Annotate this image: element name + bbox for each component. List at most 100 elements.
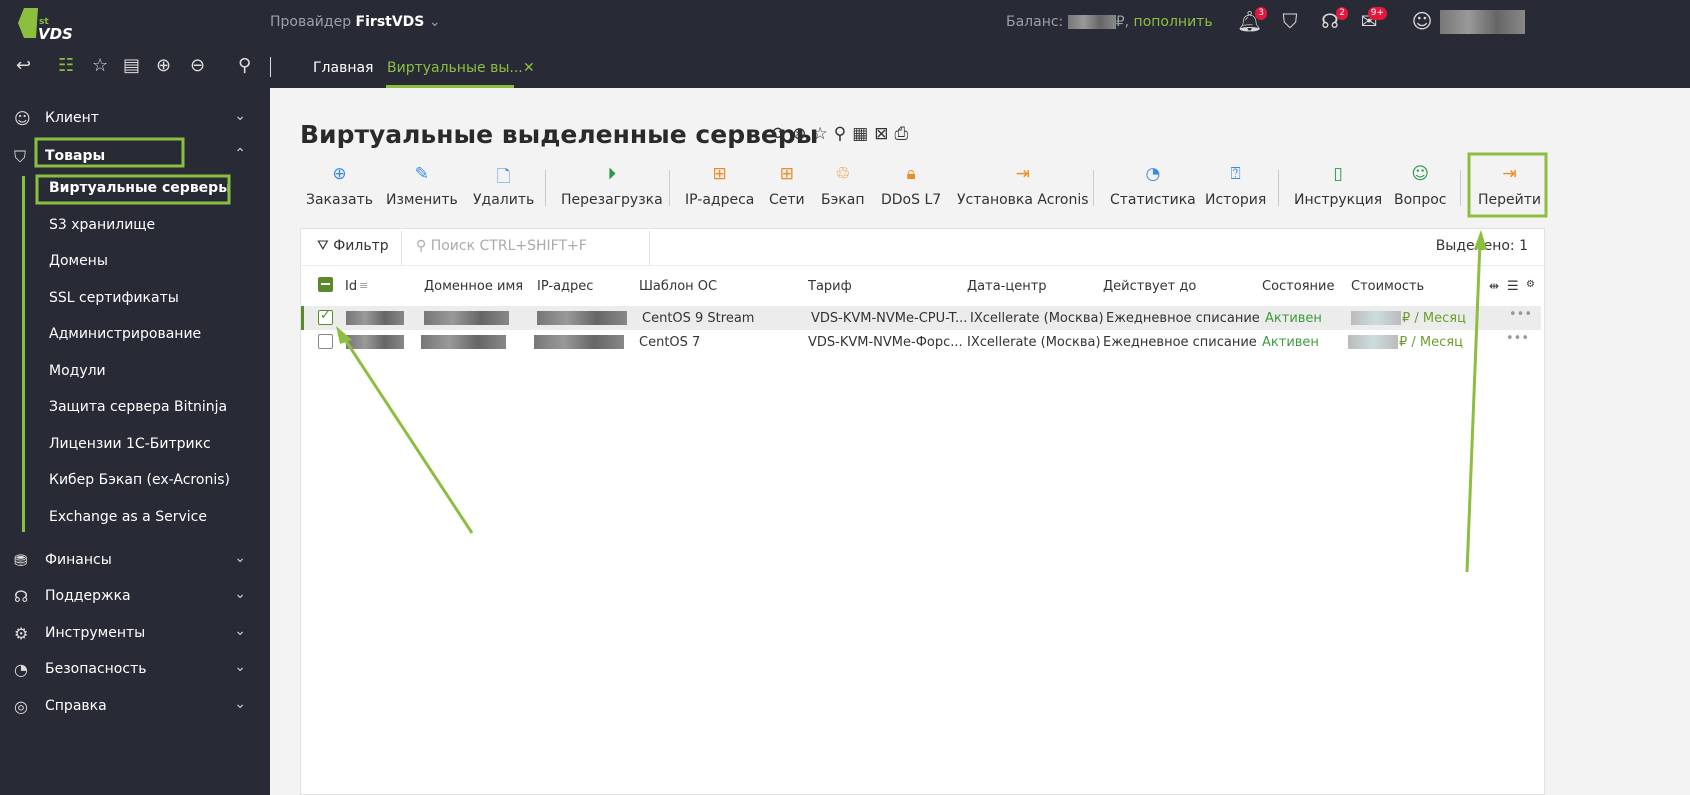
- action-button[interactable]: ⍰ История: [1205, 164, 1266, 208]
- sidebar-subitem[interactable]: Кибер Бэкап (ex-Acronis): [49, 472, 230, 488]
- sidebar-item-client[interactable]: ☺ Клиент ⌄: [0, 101, 270, 137]
- sidebar-item-tovary[interactable]: ⛉ Товары ⌃: [0, 139, 270, 175]
- user-icon[interactable]: ☺: [1410, 9, 1434, 33]
- minus-circle-icon[interactable]: ⊖: [190, 55, 205, 76]
- toolbar: ↩ ☷ ☆ ▤ ⊕ ⊖ ⚲ Главная Виртуальные вы... …: [0, 45, 1690, 88]
- mail-icon[interactable]: ✉ 9+: [1357, 7, 1387, 33]
- briefcase-icon[interactable]: ▤: [123, 55, 140, 76]
- action-button[interactable]: ☺ Вопрос: [1394, 164, 1446, 208]
- status-badge: Активен: [1265, 311, 1322, 326]
- sidebar-item-support[interactable]: ☊ Поддержка ⌄: [0, 579, 270, 615]
- domain-blurred: [421, 335, 506, 349]
- globe-icon[interactable]: ⊛: [792, 124, 812, 144]
- tovary-icon: ⛉: [14, 147, 27, 166]
- filter-button[interactable]: ⛛ Фильтр: [317, 238, 389, 254]
- excel-icon[interactable]: ⊠: [874, 124, 894, 144]
- sort-icon[interactable]: ≡: [359, 279, 368, 292]
- bell-icon[interactable]: 🔔︎ 3: [1237, 7, 1267, 33]
- close-tab-icon[interactable]: ✕: [523, 60, 535, 76]
- column-header[interactable]: Стоимость: [1351, 279, 1424, 294]
- action-icon: 🔒︎: [906, 164, 916, 184]
- sidebar-item-help[interactable]: ◎ Справка ⌄: [0, 689, 270, 725]
- basket-icon[interactable]: ⛉: [1278, 9, 1302, 33]
- table-row[interactable]: CentOS 7 VDS-KVM-NVMe-Форс... IXcellerat…: [301, 330, 1541, 354]
- star-icon[interactable]: ☆: [813, 124, 834, 144]
- sidebar-subitem[interactable]: Администрирование: [49, 326, 201, 342]
- price-blurred: [1351, 311, 1401, 325]
- action-button[interactable]: 🔒︎ DDoS L7: [881, 164, 941, 208]
- sidebar-item-finance[interactable]: ⛃ Финансы ⌄: [0, 543, 270, 579]
- column-header[interactable]: Id: [345, 279, 357, 294]
- columns-menu-icon[interactable]: ☰: [1507, 279, 1519, 294]
- row-checkbox[interactable]: [318, 334, 333, 349]
- sidebar-subitem[interactable]: Exchange as a Service: [49, 509, 207, 525]
- tree-icon[interactable]: ☷: [58, 55, 74, 76]
- username-blurred[interactable]: [1440, 10, 1525, 34]
- action-button[interactable]: ⊞ Сети: [769, 164, 805, 208]
- sidebar-subitem[interactable]: Защита сервера Bitninja: [49, 399, 227, 415]
- table-row[interactable]: ✓ CentOS 9 Stream VDS-KVM-NVMe-CPU-T... …: [301, 306, 1541, 330]
- action-icon: ⇥: [1015, 164, 1030, 184]
- tab-vds[interactable]: Виртуальные вы...: [387, 60, 523, 76]
- chevron-down-icon: ⌄: [234, 108, 246, 124]
- support-headset-icon[interactable]: ☊ 2: [1318, 7, 1348, 33]
- action-button[interactable]: 🗋︎ Удалить: [473, 164, 534, 208]
- column-header[interactable]: Дата-центр: [967, 279, 1047, 294]
- page-title: Виртуальные выделенные серверы: [300, 120, 819, 149]
- column-header[interactable]: Тариф: [808, 279, 852, 294]
- pin-icon[interactable]: ⚲: [834, 124, 852, 144]
- topup-link[interactable]: пополнить: [1134, 14, 1213, 30]
- action-button[interactable]: ⇥ Перейти: [1478, 164, 1541, 208]
- tab-home[interactable]: Главная: [313, 60, 373, 76]
- action-button[interactable]: ♲ Бэкап: [821, 164, 864, 208]
- column-header[interactable]: Действует до: [1103, 279, 1196, 294]
- sidebar-item-tools[interactable]: ⚙ Инструменты ⌄: [0, 616, 270, 652]
- column-header[interactable]: Состояние: [1262, 279, 1334, 294]
- column-header[interactable]: IP-адрес: [537, 279, 593, 294]
- action-button[interactable]: ⇥ Установка Acronis: [957, 164, 1089, 208]
- id-blurred: [346, 335, 404, 349]
- provider-selector[interactable]: Провайдер FirstVDS ⌄: [270, 14, 441, 30]
- sidebar-subitem[interactable]: SSL сертификаты: [49, 290, 179, 306]
- action-icon: ♲: [835, 164, 851, 184]
- more-icon[interactable]: •••: [1509, 307, 1532, 322]
- star-icon[interactable]: ☆: [92, 55, 108, 76]
- row-checkbox[interactable]: ✓: [318, 308, 333, 325]
- sidebar-subitem[interactable]: Модули: [49, 363, 106, 379]
- help-icon: ◎: [14, 697, 28, 716]
- column-header[interactable]: Доменное имя: [424, 279, 523, 294]
- support-icon: ☊: [14, 587, 29, 606]
- sidebar-subitem[interactable]: Домены: [49, 253, 108, 269]
- action-button[interactable]: ⏵ Перезагрузка: [561, 164, 663, 208]
- print-icon[interactable]: ⎙: [895, 124, 915, 144]
- action-icon: ⍰: [1230, 164, 1241, 184]
- column-header[interactable]: Шаблон ОС: [639, 279, 717, 294]
- refresh-icon[interactable]: ⟳: [772, 124, 792, 144]
- back-icon[interactable]: ↩: [16, 55, 31, 76]
- action-button[interactable]: ⊕ Заказать: [306, 164, 373, 208]
- action-button[interactable]: ✎ Изменить: [386, 164, 458, 208]
- sidebar-item-security[interactable]: ◔ Безопасность ⌄: [0, 652, 270, 688]
- action-button[interactable]: ⊞ IP-адреса: [685, 164, 754, 208]
- sidebar-subitem[interactable]: Лицензии 1С-Битрикс: [49, 436, 211, 452]
- action-button[interactable]: ▯ Инструкция: [1294, 164, 1382, 208]
- firstvds-logo[interactable]: stVDS: [18, 6, 78, 40]
- top-bar: st VDS Провайдер FirstVDS ⌄ Баланс: ₽, по…: [0, 0, 1690, 45]
- separator: [1278, 170, 1279, 206]
- separator: [1093, 170, 1094, 206]
- status-badge: Активен: [1262, 335, 1319, 350]
- plus-circle-icon[interactable]: ⊕: [156, 55, 171, 76]
- separator: [1460, 170, 1461, 206]
- chevron-down-icon: ⌄: [234, 659, 246, 675]
- search-icon[interactable]: ⚲: [238, 55, 251, 76]
- csv-icon[interactable]: ▦: [852, 124, 874, 144]
- search-input[interactable]: ⚲ Поиск CTRL+SHIFT+F: [416, 238, 587, 254]
- sidebar-subitem[interactable]: Виртуальные серверы: [49, 180, 231, 196]
- sidebar-subitem[interactable]: S3 хранилище: [49, 217, 155, 233]
- action-button[interactable]: ◔ Статистика: [1110, 164, 1196, 208]
- column-width-icon[interactable]: ⇹: [1489, 279, 1499, 293]
- settings-icon[interactable]: ⚙: [1526, 279, 1535, 290]
- action-icon: ◔: [1145, 164, 1161, 184]
- more-icon[interactable]: •••: [1506, 331, 1529, 346]
- select-all-checkbox[interactable]: [318, 277, 333, 292]
